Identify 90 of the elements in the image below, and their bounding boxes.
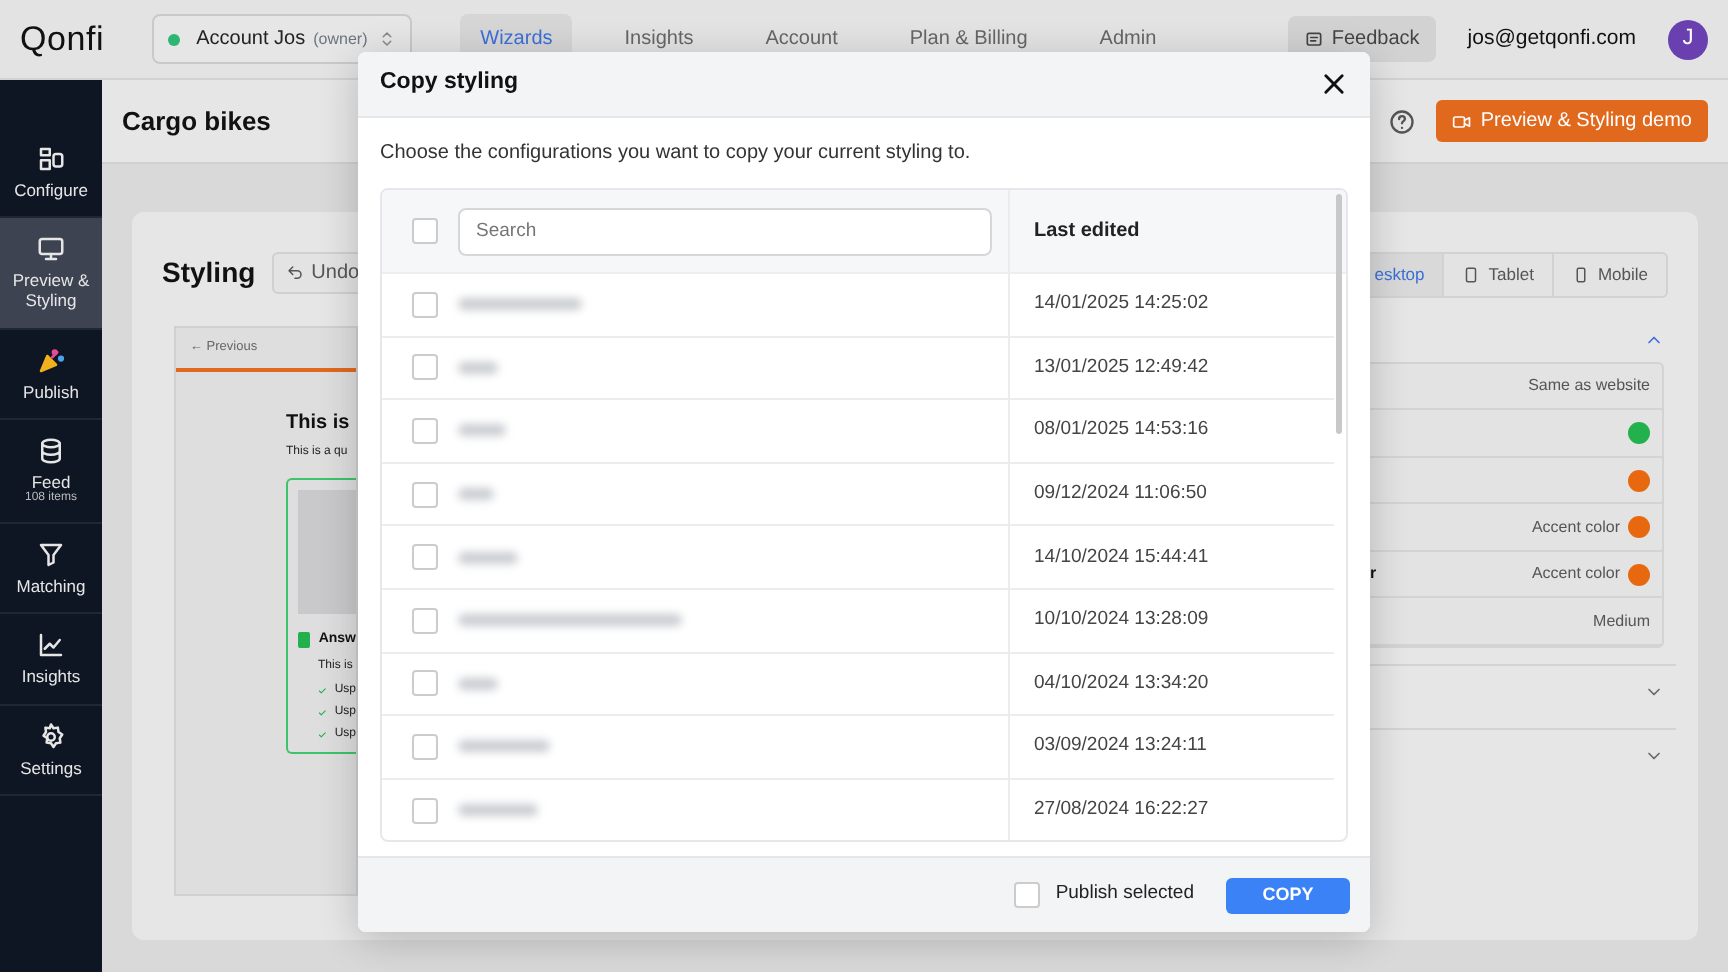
row-checkbox[interactable] bbox=[412, 607, 438, 634]
nav-tab[interactable]: Account bbox=[745, 14, 858, 64]
sidebar-label: Configure bbox=[12, 180, 90, 201]
logo-text: Qonfi bbox=[20, 17, 105, 62]
line-chart-icon bbox=[36, 630, 66, 661]
sidebar-item[interactable]: Insights bbox=[0, 614, 102, 705]
row-checkbox[interactable] bbox=[412, 417, 438, 444]
sidebar-item[interactable]: Preview & Styling bbox=[0, 218, 102, 330]
close-button[interactable] bbox=[1320, 70, 1348, 98]
modal-description: Choose the configurations you want to copy your current styling to. bbox=[378, 140, 973, 168]
row-checkbox[interactable] bbox=[412, 670, 438, 697]
account-name: Account Jos bbox=[196, 26, 306, 54]
funnel-icon bbox=[36, 540, 66, 571]
date-cell-text: 09/12/2024 11:06:50 bbox=[1034, 479, 1207, 508]
database-icon bbox=[36, 435, 66, 466]
sidebar-item[interactable]: Settings bbox=[0, 705, 102, 796]
setting-value: Medium bbox=[1593, 609, 1650, 633]
date-cell-text: 03/09/2024 13:24:11 bbox=[1034, 732, 1207, 761]
blurred-name bbox=[458, 551, 518, 564]
date-cell: 14/01/2025 14:25:02 bbox=[1034, 290, 1209, 319]
sidebar-label: Publish bbox=[21, 381, 81, 402]
device-tab[interactable]: Tablet bbox=[1442, 254, 1552, 296]
table-row[interactable]: 27/08/2024 16:22:27 bbox=[382, 779, 1334, 840]
table-row[interactable]: 13/01/2025 12:49:42 bbox=[382, 337, 1334, 401]
row-checkbox[interactable] bbox=[412, 733, 438, 760]
sidebar-label: Feed bbox=[31, 471, 71, 492]
question-heading: This is bbox=[286, 409, 352, 438]
date-cell: 14/10/2024 15:44:41 bbox=[1034, 543, 1209, 572]
nav-tab[interactable]: Plan & Billing bbox=[889, 14, 1048, 64]
table-row[interactable]: 10/10/2024 13:28:09 bbox=[382, 589, 1334, 654]
party-popper-icon bbox=[36, 345, 66, 376]
nav-tab[interactable]: Admin bbox=[1079, 14, 1177, 64]
blurred-name bbox=[458, 361, 498, 374]
date-cell-text: 13/01/2025 12:49:42 bbox=[1034, 353, 1209, 382]
account-selector[interactable]: Account Jos (owner) bbox=[152, 14, 413, 64]
tablet-icon bbox=[1462, 265, 1481, 284]
layout-icon bbox=[36, 144, 66, 174]
date-cell-text: 08/01/2025 14:53:16 bbox=[1034, 416, 1209, 445]
copy-button[interactable]: COPY bbox=[1226, 877, 1350, 913]
column-header: Last edited bbox=[1034, 218, 1140, 246]
row-checkbox[interactable] bbox=[412, 544, 438, 571]
section-title: Styling bbox=[162, 254, 256, 292]
date-cell-text: 27/08/2024 16:22:27 bbox=[1034, 795, 1209, 824]
checkbox-label: Publish selected bbox=[1055, 880, 1194, 909]
blurred-name bbox=[458, 424, 506, 437]
row-checkbox[interactable] bbox=[412, 354, 438, 381]
setting-label: r bbox=[1370, 562, 1377, 586]
setting-value: Same as website bbox=[1528, 374, 1650, 398]
caret-icon bbox=[378, 30, 397, 48]
table-row[interactable]: 04/10/2024 13:34:20 bbox=[382, 653, 1334, 717]
account-role: (owner) bbox=[313, 27, 368, 51]
row-checkbox[interactable] bbox=[412, 481, 438, 508]
setting-value: Accent color bbox=[1531, 515, 1620, 539]
user-email: jos@getqonfi.com bbox=[1467, 23, 1636, 54]
sidebar-label: Matching bbox=[14, 576, 88, 597]
blurred-name bbox=[458, 677, 498, 690]
table-row[interactable]: 09/12/2024 11:06:50 bbox=[382, 463, 1334, 527]
table-row[interactable]: 14/01/2025 14:25:02 bbox=[382, 274, 1334, 338]
row-checkbox[interactable] bbox=[412, 291, 438, 318]
page-title: Cargo bikes bbox=[122, 103, 271, 140]
date-cell: 10/10/2024 13:28:09 bbox=[1034, 606, 1209, 635]
sidebar-label: Settings bbox=[18, 757, 84, 778]
sidebar-item[interactable]: Matching bbox=[0, 524, 102, 615]
row-checkbox[interactable] bbox=[412, 797, 438, 824]
select-all-checkbox[interactable] bbox=[412, 218, 438, 244]
modal-title: Copy styling bbox=[380, 68, 519, 99]
phone-icon bbox=[1571, 265, 1590, 284]
settings-icon bbox=[36, 721, 66, 751]
sidebar-item[interactable]: Publish bbox=[0, 329, 102, 420]
table-row[interactable]: 08/01/2025 14:53:16 bbox=[382, 400, 1334, 464]
undo-icon bbox=[285, 264, 304, 282]
publish-checkbox[interactable] bbox=[1013, 882, 1040, 908]
blurred-name bbox=[458, 804, 538, 817]
sidebar-label: Insights bbox=[19, 666, 83, 687]
blurred-name bbox=[458, 488, 494, 501]
chat-icon bbox=[1303, 29, 1324, 49]
device-tab[interactable]: Mobile bbox=[1551, 254, 1666, 296]
setting-value: Accent color bbox=[1531, 562, 1620, 586]
help-icon[interactable] bbox=[1388, 107, 1417, 135]
table-row[interactable]: 14/10/2024 15:44:41 bbox=[382, 526, 1334, 590]
nav-tab[interactable]: Insights bbox=[604, 14, 714, 64]
blurred-name bbox=[458, 740, 550, 753]
sidebar-label: Preview & Styling bbox=[10, 270, 92, 312]
monitor-icon bbox=[36, 234, 66, 265]
user-avatar[interactable]: J bbox=[1668, 19, 1708, 59]
search-field[interactable]: Search bbox=[458, 207, 992, 255]
date-cell: 04/10/2024 13:34:20 bbox=[1034, 669, 1209, 698]
blurred-name bbox=[458, 298, 582, 311]
table-row[interactable]: 03/09/2024 13:24:11 bbox=[382, 716, 1334, 780]
video-icon bbox=[1452, 111, 1473, 131]
